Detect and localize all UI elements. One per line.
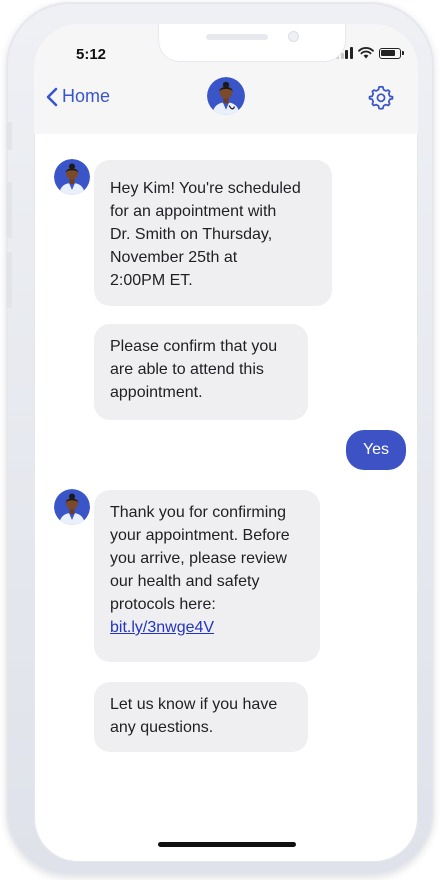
message-bubble-confirm: Please confirm that you are able to atte… [94, 324, 308, 420]
message-text: Hey Kim! You're scheduled for an appoint… [110, 180, 301, 289]
gear-icon[interactable] [368, 84, 394, 110]
phone-notch [158, 24, 346, 62]
status-icons [336, 46, 404, 60]
doctor-avatar-icon [54, 489, 90, 525]
battery-icon [378, 47, 404, 59]
message-bubble-protocols: Thank you for confirming your appointmen… [94, 490, 320, 662]
message-bubble-questions: Let us know if you have any questions. [94, 682, 308, 752]
volume-down-button [6, 252, 12, 308]
speaker-icon [206, 34, 268, 40]
phone-frame: 5:12 Home Hey Kim! You're scheduled for … [6, 2, 434, 876]
camera-icon [288, 31, 299, 42]
doctor-avatar-icon[interactable] [207, 77, 245, 115]
wifi-icon [357, 47, 374, 59]
doctor-avatar-icon [54, 159, 90, 195]
back-button[interactable]: Home [46, 86, 110, 107]
home-indicator[interactable] [158, 842, 296, 847]
message-text: Please confirm that you are able to atte… [110, 338, 278, 401]
chevron-left-icon [46, 87, 58, 106]
protocols-link[interactable]: bit.ly/3nwge4V [110, 616, 304, 639]
volume-up-button [6, 182, 12, 238]
status-time: 5:12 [76, 46, 107, 63]
back-label: Home [62, 86, 111, 106]
phone-screen: 5:12 Home Hey Kim! You're scheduled for … [34, 24, 418, 862]
message-text: Let us know if you have any questions. [110, 696, 278, 736]
message-bubble-appointment: Hey Kim! You're scheduled for an appoint… [94, 160, 332, 306]
message-text: Thank you for confirming your appointmen… [110, 504, 290, 613]
sent-message-yes: Yes [346, 430, 406, 470]
mute-switch [6, 122, 12, 150]
